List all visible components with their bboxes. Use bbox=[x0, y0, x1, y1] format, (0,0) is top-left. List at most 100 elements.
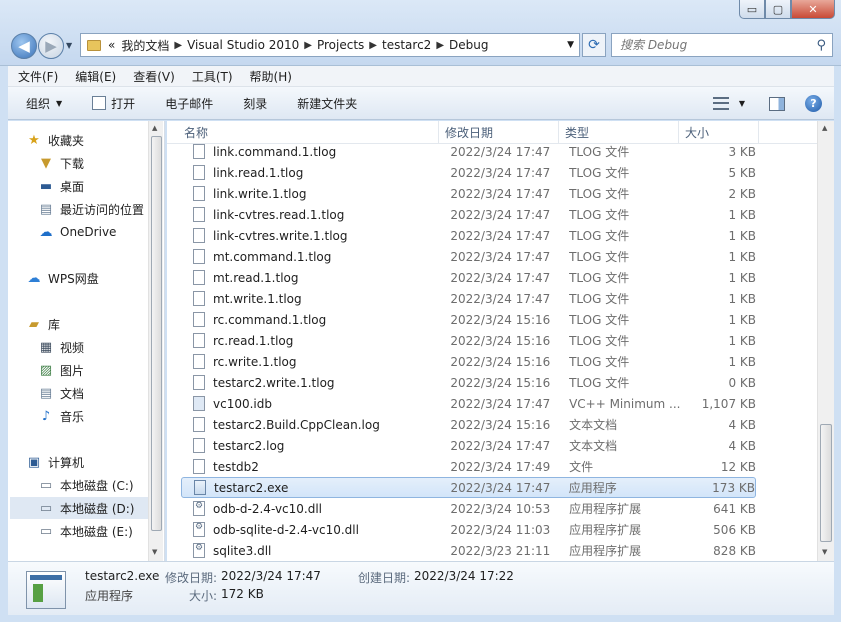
file-row[interactable]: link-cvtres.write.1.tlog 2022/3/24 17:47 T… bbox=[181, 225, 756, 246]
file-icon bbox=[193, 144, 205, 159]
file-date: 2022/3/24 17:47 bbox=[450, 270, 551, 285]
file-type: TLOG 文件 bbox=[569, 271, 630, 285]
chevron-right-icon[interactable]: ▶ bbox=[434, 40, 446, 51]
address-dropdown-icon[interactable]: ▼ bbox=[567, 40, 574, 50]
chevron-right-icon[interactable]: ▶ bbox=[172, 40, 184, 51]
file-row[interactable]: mt.read.1.tlog 2022/3/24 17:47 TLOG 文件 1 KB bbox=[181, 267, 756, 288]
sort-up-icon: ⌃ bbox=[607, 121, 614, 127]
help-icon[interactable]: ? bbox=[805, 95, 822, 112]
scroll-up-icon[interactable]: ▲ bbox=[152, 124, 157, 132]
wps-cloud-icon: ☁ bbox=[27, 270, 41, 286]
file-date: 2022/3/24 17:47 bbox=[450, 165, 551, 180]
file-row[interactable]: link-cvtres.read.1.tlog 2022/3/24 17:47 TL… bbox=[181, 204, 756, 225]
scroll-down-icon[interactable]: ▼ bbox=[152, 548, 157, 556]
file-date: 2022/3/24 17:47 bbox=[450, 249, 551, 264]
scroll-down-icon[interactable]: ▼ bbox=[822, 548, 827, 556]
nav-favorites[interactable]: ★ 收藏夹 bbox=[26, 129, 166, 151]
file-row[interactable]: rc.command.1.tlog 2022/3/24 15:16 TLOG 文件 1… bbox=[181, 309, 756, 330]
view-dropdown-icon[interactable]: ▼ bbox=[739, 99, 745, 108]
file-size: 1 KB bbox=[728, 354, 756, 369]
file-type: TLOG 文件 bbox=[569, 250, 630, 264]
search-icon[interactable]: ⚲ bbox=[816, 38, 826, 53]
file-name: testarc2.write.1.tlog bbox=[213, 375, 335, 390]
file-row[interactable]: sqlite3.dll 2022/3/23 21:11 应用程序扩展 828 KB bbox=[181, 540, 756, 561]
file-row[interactable]: testarc2.exe 2022/3/24 17:47 应用程序 173 KB bbox=[181, 477, 756, 498]
email-button[interactable]: 电子邮件 bbox=[147, 95, 225, 112]
close-button[interactable]: ✕ bbox=[791, 0, 835, 19]
nav-scrollbar[interactable]: ▲ ▼ bbox=[148, 121, 163, 561]
breadcrumb-testarc2[interactable]: testarc2 bbox=[379, 38, 434, 52]
menu-file[interactable]: 文件(F) bbox=[8, 68, 65, 85]
recent-pages-dropdown[interactable]: ▼ bbox=[66, 41, 72, 50]
preview-pane-icon[interactable] bbox=[769, 96, 785, 111]
file-row[interactable]: link.write.1.tlog 2022/3/24 17:47 TLOG 文件 2… bbox=[181, 183, 756, 204]
search-box[interactable]: ⚲ bbox=[611, 33, 833, 57]
open-icon bbox=[92, 96, 107, 110]
file-name: vc100.idb bbox=[213, 396, 272, 411]
breadcrumb-debug[interactable]: Debug bbox=[446, 38, 491, 52]
back-button[interactable]: ◀ bbox=[11, 33, 37, 59]
file-row[interactable]: testarc2.Build.CppClean.log 2022/3/24 15:… bbox=[181, 414, 756, 435]
file-row[interactable]: testarc2.write.1.tlog 2022/3/24 15:16 TLOG… bbox=[181, 372, 756, 393]
file-icon bbox=[193, 417, 205, 432]
star-icon: ★ bbox=[28, 132, 40, 148]
file-scroll-thumb[interactable] bbox=[820, 424, 832, 542]
nav-drive-d[interactable]: ▭ 本地磁盘 (D:) bbox=[10, 497, 148, 519]
file-row[interactable]: link.command.1.tlog 2022/3/24 17:47 TLOG 文… bbox=[181, 141, 756, 162]
address-bar[interactable]: « 我的文档 ▶ Visual Studio 2010 ▶ Projects ▶… bbox=[80, 33, 580, 57]
file-date: 2022/3/24 17:47 bbox=[450, 396, 551, 411]
window-controls: ▭ ▢ ✕ bbox=[739, 0, 835, 20]
file-name: mt.command.1.tlog bbox=[213, 249, 332, 264]
breadcrumb-projects[interactable]: Projects bbox=[314, 38, 367, 52]
menu-edit[interactable]: 编辑(E) bbox=[65, 68, 123, 85]
maximize-button[interactable]: ▢ bbox=[765, 0, 791, 19]
menu-view[interactable]: 查看(V) bbox=[123, 68, 182, 85]
chevron-right-icon[interactable]: ▶ bbox=[367, 40, 379, 51]
view-list-icon[interactable] bbox=[712, 97, 729, 110]
details-size-label: 大小: bbox=[189, 589, 218, 603]
breadcrumb-my-documents[interactable]: 我的文档 bbox=[118, 37, 172, 54]
file-size: 1 KB bbox=[728, 333, 756, 348]
file-icon bbox=[193, 459, 205, 474]
file-row[interactable]: mt.write.1.tlog 2022/3/24 17:47 TLOG 文件 1 K… bbox=[181, 288, 756, 309]
file-row[interactable]: odb-d-2.4-vc10.dll 2022/3/24 10:53 应用程序扩展 6… bbox=[181, 498, 756, 519]
nav-computer[interactable]: ▣ 计算机 bbox=[26, 451, 166, 473]
file-row[interactable]: rc.read.1.tlog 2022/3/24 15:16 TLOG 文件 1 KB bbox=[181, 330, 756, 351]
breadcrumb-overflow[interactable]: « bbox=[105, 38, 118, 52]
menu-help[interactable]: 帮助(H) bbox=[240, 68, 299, 85]
menu-tools[interactable]: 工具(T) bbox=[182, 68, 240, 85]
nav-label: 库 bbox=[48, 317, 61, 332]
refresh-button[interactable]: ⟳ bbox=[582, 33, 606, 57]
breadcrumb-visual-studio[interactable]: Visual Studio 2010 bbox=[184, 38, 302, 52]
file-row[interactable]: vc100.idb 2022/3/24 17:47 VC++ Minimum ...… bbox=[181, 393, 756, 414]
file-row[interactable]: rc.write.1.tlog 2022/3/24 15:16 TLOG 文件 1 K… bbox=[181, 351, 756, 372]
file-scrollbar[interactable]: ▲ ▼ bbox=[817, 121, 834, 561]
nav-scroll-thumb[interactable] bbox=[151, 136, 162, 531]
forward-button[interactable]: ▶ bbox=[38, 33, 64, 59]
application-icon bbox=[194, 480, 206, 495]
nav-wps[interactable]: ☁ WPS网盘 bbox=[26, 267, 166, 289]
open-button[interactable]: 打开 bbox=[74, 95, 147, 112]
new-folder-button[interactable]: 新建文件夹 bbox=[279, 95, 369, 112]
search-input[interactable] bbox=[620, 38, 810, 52]
file-icon bbox=[193, 291, 205, 306]
nav-label: 文档 bbox=[60, 386, 85, 401]
details-modified-value: 2022/3/24 17:47 bbox=[221, 569, 321, 583]
library-icon: ▰ bbox=[29, 316, 39, 332]
file-row[interactable]: testarc2.log 2022/3/24 17:47 文本文档 4 KB bbox=[181, 435, 756, 456]
title-bar: ▭ ▢ ✕ ◀ ▶ ▼ « 我的文档 ▶ Visual Studio 2010 … bbox=[0, 0, 841, 66]
scroll-up-icon[interactable]: ▲ bbox=[822, 124, 827, 132]
folder-icon bbox=[87, 39, 101, 51]
burn-button[interactable]: 刻录 bbox=[225, 95, 279, 112]
nav-label: 桌面 bbox=[60, 179, 85, 194]
nav-libraries[interactable]: ▰ 库 bbox=[26, 313, 166, 335]
file-row[interactable]: mt.command.1.tlog 2022/3/24 17:47 TLOG 文件 1… bbox=[181, 246, 756, 267]
file-row[interactable]: link.read.1.tlog 2022/3/24 17:47 TLOG 文件 5 … bbox=[181, 162, 756, 183]
details-pane: testarc2.exe 应用程序 修改日期: 2022/3/24 17:47 … bbox=[8, 561, 834, 615]
minimize-button[interactable]: ▭ bbox=[739, 0, 765, 19]
file-row[interactable]: testdb2 2022/3/24 17:49 文件 12 KB bbox=[181, 456, 756, 477]
file-icon bbox=[193, 186, 205, 201]
chevron-right-icon[interactable]: ▶ bbox=[302, 40, 314, 51]
file-row[interactable]: odb-sqlite-d-2.4-vc10.dll 2022/3/24 11:03… bbox=[181, 519, 756, 540]
organize-button[interactable]: 组织 ▼ bbox=[8, 95, 74, 112]
